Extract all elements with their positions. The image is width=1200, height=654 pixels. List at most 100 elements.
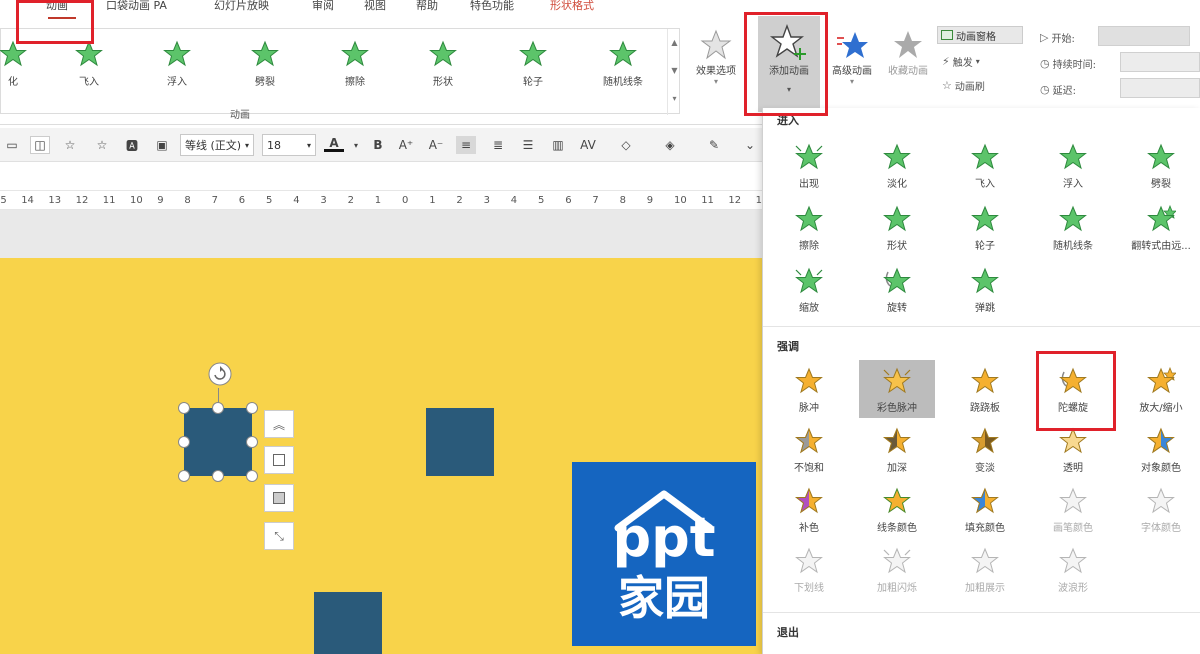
entrance-effect-1[interactable]: 淡化	[859, 142, 935, 190]
resize-handle[interactable]	[178, 470, 190, 482]
entrance-effect-3[interactable]: 浮入	[1035, 142, 1111, 190]
emphasis-effect-4[interactable]: 放大/缩小	[1123, 366, 1199, 414]
tab-5[interactable]: 帮助	[416, 0, 438, 14]
favorite-animation-button[interactable]: 收藏动画	[880, 28, 936, 77]
entrance-effect-2[interactable]: 飞入	[947, 142, 1023, 190]
gallery-effect-7[interactable]: 随机线条	[593, 39, 653, 88]
text-box-icon[interactable]: 🅰	[122, 136, 142, 154]
emphasis-effect-9[interactable]: 对象颜色	[1123, 426, 1199, 474]
tab-2[interactable]: 幻灯片放映	[214, 0, 269, 14]
square-shape[interactable]	[314, 592, 382, 654]
scroll-up-icon[interactable]: ▲	[668, 29, 681, 57]
text-direction-icon[interactable]: ▣	[152, 136, 172, 154]
trigger-button[interactable]: ⚡ 触发 ▾	[942, 54, 980, 69]
entrance-effect-12[interactable]: 弹跳	[947, 266, 1023, 314]
scroll-down-icon[interactable]: ▼	[668, 57, 681, 85]
arrange-icon[interactable]	[264, 484, 294, 512]
more-icon[interactable]: ⌄	[740, 136, 760, 154]
emphasis-effect-10[interactable]: 补色	[771, 486, 847, 534]
layout-options-icon[interactable]: ︽	[264, 410, 294, 438]
emphasis-effect-5[interactable]: 不饱和	[771, 426, 847, 474]
justify-icon[interactable]: ≣	[488, 136, 508, 154]
resize-handle[interactable]	[178, 436, 190, 448]
selected-square-shape[interactable]	[184, 408, 252, 476]
tab-1[interactable]: 口袋动画 PA	[106, 0, 167, 14]
gallery-effect-5[interactable]: 形状	[413, 39, 473, 88]
emphasis-effect-8[interactable]: 透明	[1035, 426, 1111, 474]
columns-icon[interactable]: ▥	[548, 136, 568, 154]
char-spacing-icon[interactable]: AV	[578, 136, 598, 154]
advanced-animation-button[interactable]: 高级动画 ▾	[826, 28, 878, 86]
fill-color-icon[interactable]: ◈	[660, 136, 680, 154]
shape-icon[interactable]: ▭	[2, 136, 22, 154]
animation-pane-button[interactable]: 动画窗格	[937, 26, 1023, 44]
start-select[interactable]	[1098, 26, 1190, 46]
emphasis-effect-7[interactable]: 变淡	[947, 426, 1023, 474]
font-name-select[interactable]: 等线 (正文) ▾	[180, 134, 254, 156]
square-shape[interactable]	[426, 408, 494, 476]
gallery-effect-6[interactable]: 轮子	[503, 39, 563, 88]
emphasis-effect-16[interactable]: 加粗闪烁	[859, 546, 935, 594]
entrance-effect-11[interactable]: 旋转	[859, 266, 935, 314]
delay-input[interactable]	[1120, 78, 1200, 98]
star-outline-icon[interactable]: ☆	[60, 136, 80, 154]
tab-4[interactable]: 视图	[364, 0, 386, 14]
resize-handle[interactable]	[246, 402, 258, 414]
selection-pane-icon[interactable]: ◫	[30, 136, 50, 154]
tab-6[interactable]: 特色功能	[470, 0, 514, 14]
tab-3[interactable]: 审阅	[312, 0, 334, 14]
resize-handle[interactable]	[212, 402, 224, 414]
effect-options-button[interactable]: 效果选项 ▾	[686, 28, 746, 86]
emphasis-effect-1[interactable]: 彩色脉冲	[859, 360, 935, 418]
emphasis-effect-2[interactable]: 跷跷板	[947, 366, 1023, 414]
rotate-handle-icon[interactable]	[206, 360, 234, 388]
animation-painter-button[interactable]: ☆ 动画刷	[942, 78, 985, 93]
resize-handle[interactable]	[246, 470, 258, 482]
entrance-effect-0[interactable]: 出现	[771, 142, 847, 190]
align-center-icon[interactable]: ≡	[456, 136, 476, 154]
shape-style-icon[interactable]	[264, 446, 294, 474]
emphasis-effect-6[interactable]: 加深	[859, 426, 935, 474]
emphasis-effect-12[interactable]: 填充颜色	[947, 486, 1023, 534]
duration-input[interactable]	[1120, 52, 1200, 72]
align-left-icon[interactable]: ☰	[518, 136, 538, 154]
emphasis-effect-15[interactable]: 下划线	[771, 546, 847, 594]
font-size-select[interactable]: 18 ▾	[262, 134, 316, 156]
shapes-icon[interactable]: ◇	[616, 136, 636, 154]
emphasis-effect-13[interactable]: 画笔颜色	[1035, 486, 1111, 534]
entrance-effect-10[interactable]: 缩放	[771, 266, 847, 314]
tab-7[interactable]: 形状格式	[550, 0, 594, 14]
entrance-effect-8[interactable]: 随机线条	[1035, 204, 1111, 252]
gallery-effect-1[interactable]: 飞入	[59, 39, 119, 88]
entrance-effect-9[interactable]: 翻转式由远...	[1123, 204, 1199, 252]
emphasis-effect-14[interactable]: 字体颜色	[1123, 486, 1199, 534]
gallery-effect-2[interactable]: 浮入	[147, 39, 207, 88]
emphasis-effect-0[interactable]: 脉冲	[771, 366, 847, 414]
emphasis-effect-18[interactable]: 波浪形	[1035, 546, 1111, 594]
gallery-effect-0[interactable]: 化	[0, 39, 43, 88]
entrance-effect-5[interactable]: 擦除	[771, 204, 847, 252]
crop-icon[interactable]: ⤡	[264, 522, 294, 550]
gallery-effect-4[interactable]: 擦除	[325, 39, 385, 88]
add-animation-button[interactable]: 添加动画 ▾	[758, 16, 820, 112]
entrance-effect-4[interactable]: 劈裂	[1123, 142, 1199, 190]
tab-0[interactable]: 动画	[46, 0, 68, 14]
bold-icon[interactable]: B	[368, 136, 388, 154]
resize-handle[interactable]	[246, 436, 258, 448]
increase-font-icon[interactable]: A⁺	[396, 136, 416, 154]
entrance-effect-7[interactable]: 轮子	[947, 204, 1023, 252]
font-color-icon[interactable]: A	[324, 136, 344, 152]
gallery-effect-3[interactable]: 劈裂	[235, 39, 295, 88]
emphasis-effect-11[interactable]: 线条颜色	[859, 486, 935, 534]
resize-handle[interactable]	[212, 470, 224, 482]
gallery-scroll[interactable]: ▲ ▼ ▾	[667, 29, 681, 115]
outline-color-icon[interactable]: ✎	[704, 136, 724, 154]
chevron-down-icon[interactable]: ▾	[346, 136, 366, 154]
gallery-more-icon[interactable]: ▾	[668, 85, 681, 113]
entrance-effect-6[interactable]: 形状	[859, 204, 935, 252]
emphasis-effect-17[interactable]: 加粗展示	[947, 546, 1023, 594]
resize-handle[interactable]	[178, 402, 190, 414]
decrease-font-icon[interactable]: A⁻	[426, 136, 446, 154]
star-outline-icon[interactable]: ☆	[92, 136, 112, 154]
emphasis-effect-3[interactable]: 陀螺旋	[1035, 366, 1111, 414]
